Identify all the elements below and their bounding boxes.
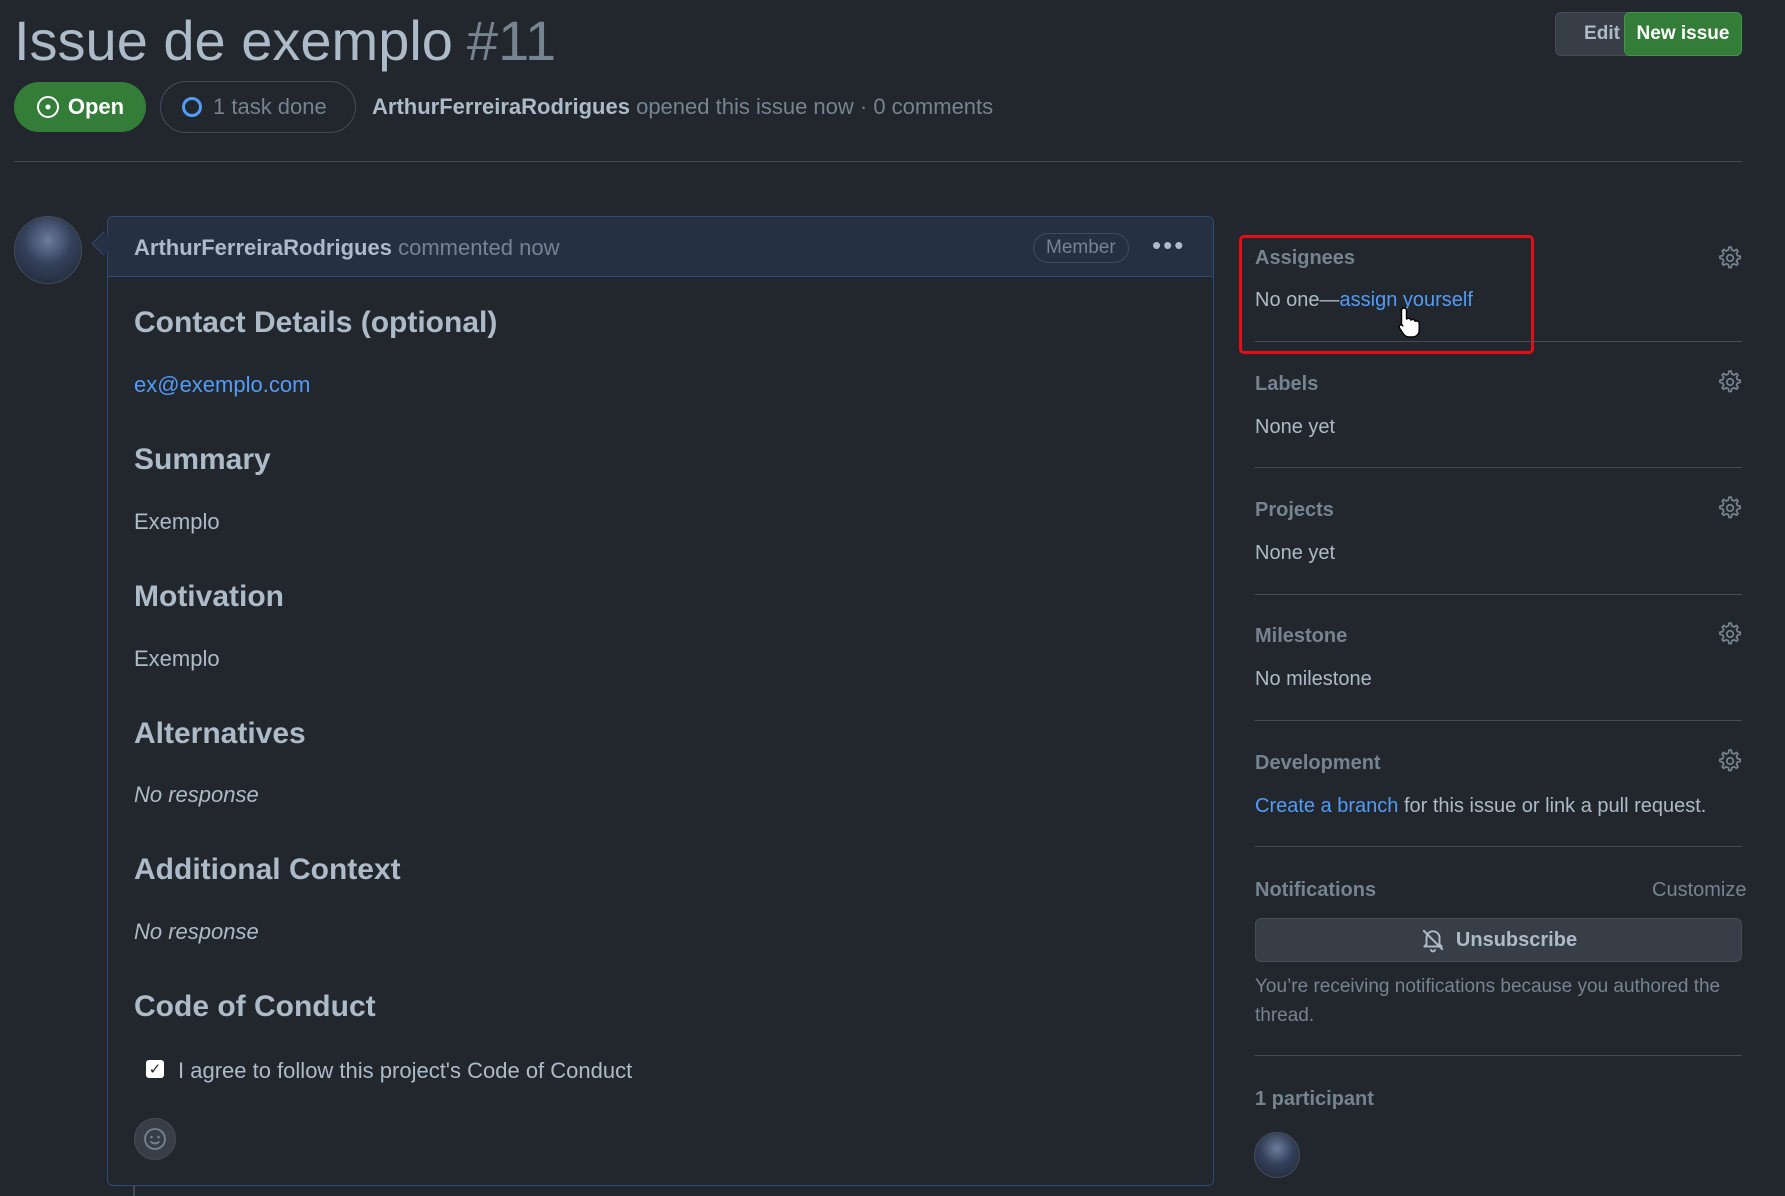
create-branch-link[interactable]: Create a branch bbox=[1255, 795, 1398, 817]
conduct-checkbox[interactable]: ✓ bbox=[146, 1060, 164, 1078]
projects-gear-icon[interactable] bbox=[1716, 495, 1742, 521]
comment-author-line: ArthurFerreiraRodrigues commented now bbox=[134, 235, 560, 261]
conduct-checkbox-label: I agree to follow this project's Code of… bbox=[178, 1058, 633, 1083]
labels-value: None yet bbox=[1255, 416, 1336, 438]
bell-slash-icon bbox=[1422, 929, 1444, 953]
context-text: No response bbox=[134, 919, 259, 944]
sidebar-divider bbox=[1255, 341, 1742, 342]
issue-number: #11 bbox=[466, 9, 557, 72]
sidebar-divider bbox=[1255, 720, 1742, 721]
context-heading: Additional Context bbox=[134, 853, 401, 886]
contact-heading: Contact Details (optional) bbox=[134, 306, 498, 339]
conduct-heading: Code of Conduct bbox=[134, 990, 376, 1023]
new-issue-button[interactable]: New issue bbox=[1624, 12, 1742, 56]
assignees-gear-icon[interactable] bbox=[1716, 245, 1742, 271]
milestone-value: No milestone bbox=[1255, 668, 1372, 690]
participant-avatar[interactable] bbox=[1254, 1132, 1300, 1178]
sidebar-divider bbox=[1255, 594, 1742, 595]
issue-state-label: Open bbox=[67, 94, 125, 119]
customize-link[interactable]: Customize bbox=[1652, 879, 1746, 902]
issue-author-link[interactable]: ArthurFerreiraRodrigues bbox=[372, 94, 630, 119]
notifications-label: Notifications bbox=[1255, 879, 1377, 901]
labels-gear-icon[interactable] bbox=[1716, 369, 1742, 395]
task-progress-pill[interactable]: 1 task done bbox=[160, 81, 356, 133]
development-text: for this issue or link a pull request. bbox=[1398, 795, 1707, 817]
summary-heading: Summary bbox=[134, 443, 271, 476]
alternatives-heading: Alternatives bbox=[134, 717, 306, 750]
development-gear-icon[interactable] bbox=[1716, 748, 1742, 774]
unsubscribe-label: Unsubscribe bbox=[1455, 928, 1578, 951]
sidebar-divider bbox=[1255, 467, 1742, 468]
task-progress-icon bbox=[182, 97, 202, 117]
participants-label: 1 participant bbox=[1255, 1088, 1374, 1110]
issue-state-badge: Open bbox=[14, 82, 146, 132]
hand-cursor-icon bbox=[1398, 307, 1420, 338]
comment-action: commented now bbox=[398, 235, 560, 260]
comment-box bbox=[107, 216, 1214, 1186]
alternatives-text: No response bbox=[134, 782, 259, 807]
add-reaction-button[interactable] bbox=[134, 1118, 176, 1160]
summary-text: Exemplo bbox=[134, 509, 220, 534]
comment-author-avatar[interactable] bbox=[14, 216, 82, 284]
projects-label: Projects bbox=[1255, 499, 1334, 521]
issue-opened-icon bbox=[36, 96, 59, 118]
development-label: Development bbox=[1255, 752, 1381, 774]
contact-email-link[interactable]: ex@exemplo.com bbox=[134, 372, 310, 398]
issue-title-text: Issue de exemplo bbox=[14, 9, 453, 72]
motivation-text: Exemplo bbox=[134, 646, 220, 671]
issue-meta: ArthurFerreiraRodrigues opened this issu… bbox=[372, 94, 993, 120]
sidebar-divider bbox=[1255, 846, 1742, 847]
development-value: Create a branch for this issue or link a… bbox=[1255, 795, 1706, 818]
task-progress-label: 1 task done bbox=[213, 94, 327, 119]
unsubscribe-button[interactable]: Unsubscribe bbox=[1255, 918, 1742, 962]
sidebar-divider bbox=[1255, 1055, 1742, 1056]
labels-label: Labels bbox=[1255, 373, 1319, 395]
header-divider bbox=[14, 161, 1742, 162]
member-badge: Member bbox=[1033, 233, 1129, 263]
projects-value: None yet bbox=[1255, 542, 1336, 564]
milestone-gear-icon[interactable] bbox=[1716, 621, 1742, 647]
smiley-icon bbox=[144, 1128, 166, 1150]
motivation-heading: Motivation bbox=[134, 580, 284, 613]
milestone-label: Milestone bbox=[1255, 625, 1348, 647]
assignees-highlight-box bbox=[1239, 235, 1534, 354]
issue-meta-text: opened this issue now · 0 comments bbox=[636, 94, 994, 119]
timeline-line bbox=[133, 1186, 135, 1196]
notifications-reason: You’re receiving notifications because y… bbox=[1255, 976, 1721, 1026]
issue-title: Issue de exemplo #11 bbox=[14, 8, 556, 73]
comment-author-link[interactable]: ArthurFerreiraRodrigues bbox=[134, 235, 392, 260]
kebab-horizontal-icon[interactable]: ••• bbox=[1152, 230, 1185, 261]
